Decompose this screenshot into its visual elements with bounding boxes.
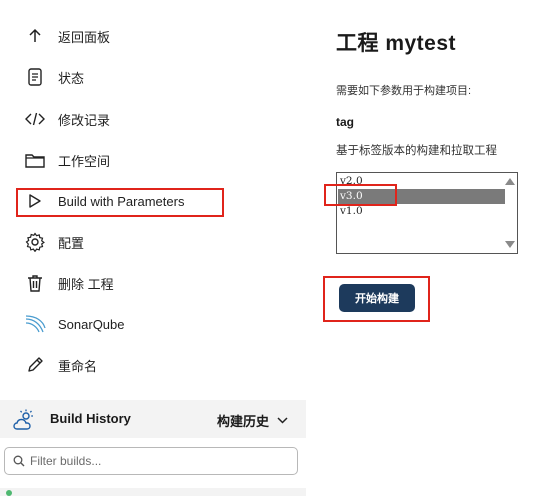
sidebar-item-status[interactable]: 状态 <box>24 65 84 89</box>
arrow-up-icon <box>24 25 46 47</box>
page-title: 工程 mytest <box>336 32 457 55</box>
weather-icon <box>13 409 37 436</box>
build-history-bar[interactable]: Build History 构建历史 <box>0 400 306 438</box>
scroll-up-arrow-icon[interactable] <box>505 178 515 185</box>
sidebar-item-label: 删除 工程 <box>58 276 114 292</box>
annotation-box-selected-option <box>324 184 397 206</box>
folder-icon <box>24 149 46 171</box>
build-history-trend-label: 构建历史 <box>216 414 269 429</box>
sidebar-item-label: 修改记录 <box>58 112 111 128</box>
parameter-description: 基于标签版本的构建和拉取工程 <box>336 145 497 157</box>
build-status-dot <box>6 490 12 496</box>
scroll-down-arrow-icon[interactable] <box>505 241 515 248</box>
code-icon <box>24 108 46 130</box>
build-history-trend-toggle[interactable]: 构建历史 <box>217 411 288 430</box>
sidebar-item-label: 状态 <box>58 70 85 86</box>
sidebar: 返回面板 状态 修改记录 工作空间 Build with Parameters … <box>0 0 306 496</box>
sidebar-item-sonarqube[interactable]: SonarQube <box>24 312 125 336</box>
document-icon <box>24 66 46 88</box>
pencil-icon <box>24 354 46 376</box>
sidebar-item-back-to-dashboard[interactable]: 返回面板 <box>24 24 110 48</box>
trash-icon <box>24 272 46 294</box>
sidebar-item-workspace[interactable]: 工作空间 <box>24 148 110 172</box>
annotation-box-build-with-parameters <box>16 188 224 217</box>
search-icon <box>13 455 30 467</box>
sidebar-item-label: 重命名 <box>58 358 98 374</box>
sidebar-item-changes[interactable]: 修改记录 <box>24 107 110 131</box>
sidebar-item-configure[interactable]: 配置 <box>24 230 84 254</box>
filter-builds-input[interactable]: Filter builds... <box>4 447 298 475</box>
sidebar-item-delete-project[interactable]: 删除 工程 <box>24 271 114 295</box>
sidebar-item-label: 工作空间 <box>58 153 111 169</box>
build-history-title: Build History <box>50 411 131 426</box>
sidebar-item-rename[interactable]: 重命名 <box>24 353 97 377</box>
sidebar-item-label: 返回面板 <box>58 29 111 45</box>
sonarqube-icon <box>24 313 46 335</box>
build-list-strip <box>0 488 306 496</box>
parameter-name: tag <box>336 115 354 129</box>
annotation-box-build-button <box>323 276 430 322</box>
parameters-description: 需要如下参数用于构建项目: <box>336 85 472 97</box>
main-content: 工程 mytest 需要如下参数用于构建项目: tag 基于标签版本的构建和拉取… <box>306 0 534 496</box>
listbox-option-v1-0[interactable]: v1.0 <box>338 204 505 219</box>
sidebar-item-label: SonarQube <box>58 316 125 332</box>
filter-builds-placeholder: Filter builds... <box>30 454 102 468</box>
gear-icon <box>24 231 46 253</box>
sidebar-item-label: 配置 <box>58 235 85 251</box>
chevron-down-icon <box>277 417 288 424</box>
